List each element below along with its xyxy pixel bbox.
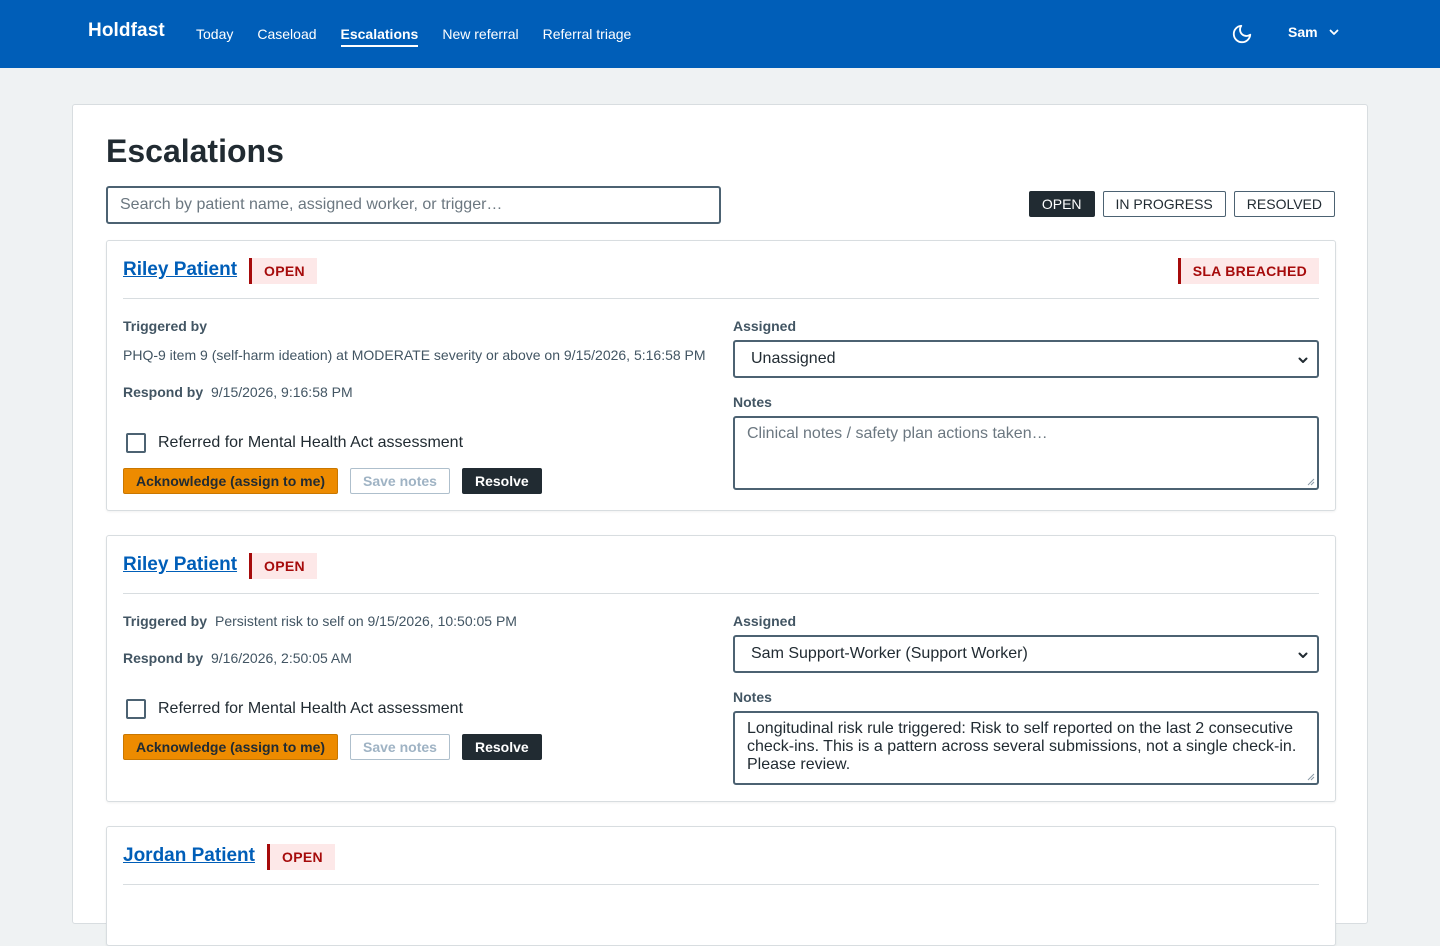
nav-item-escalations[interactable]: Escalations	[340, 0, 418, 68]
mha-checkbox-label: Referred for Mental Health Act assessmen…	[158, 434, 464, 451]
trigger-text: PHQ-9 item 9 (self-harm ideation) at MOD…	[123, 347, 706, 363]
notes-textarea[interactable]: Clinical notes / safety plan actions tak…	[733, 416, 1319, 490]
chevron-down-icon	[1298, 652, 1308, 658]
top-navigation-bar: Holdfast Today Caseload Escalations New …	[0, 0, 1440, 68]
escalation-card: Riley Patient OPEN SLA BREACHED Triggere…	[106, 240, 1336, 511]
save-notes-button[interactable]: Save notes	[350, 734, 450, 760]
assigned-label: Assigned	[733, 613, 797, 629]
mha-checkbox-label: Referred for Mental Health Act assessmen…	[158, 700, 464, 717]
chevron-down-icon	[1298, 357, 1308, 363]
mha-checkbox-row[interactable]: Referred for Mental Health Act assessmen…	[126, 699, 463, 719]
patient-link[interactable]: Riley Patient	[123, 554, 237, 576]
notes-label: Notes	[733, 394, 772, 410]
status-badge: OPEN	[249, 258, 317, 284]
notes-textarea[interactable]: Longitudinal risk rule triggered: Risk t…	[733, 711, 1319, 785]
status-badge: OPEN	[249, 553, 317, 579]
nav-item-new-referral[interactable]: New referral	[442, 0, 518, 68]
moon-icon[interactable]	[1231, 23, 1253, 45]
resolve-button[interactable]: Resolve	[462, 468, 542, 494]
escalation-card: Jordan Patient OPEN	[106, 826, 1336, 946]
respond-by-value: 9/16/2026, 2:50:05 AM	[211, 650, 352, 666]
escalation-card: Riley Patient OPEN Triggered by Persiste…	[106, 535, 1336, 802]
status-filter-group: OPEN IN PROGRESS RESOLVED	[1021, 191, 1335, 217]
status-badge: OPEN	[267, 844, 335, 870]
resize-handle-icon[interactable]	[1307, 478, 1315, 486]
acknowledge-button[interactable]: Acknowledge (assign to me)	[123, 468, 339, 494]
assigned-label: Assigned	[733, 318, 797, 334]
mha-checkbox[interactable]	[126, 433, 146, 453]
chevron-down-icon	[1329, 29, 1338, 35]
assigned-select[interactable]: Unassigned	[733, 340, 1319, 378]
card-header: Jordan Patient OPEN	[123, 827, 1319, 885]
respond-by-label: Respond by	[123, 650, 204, 666]
respond-by-label: Respond by	[123, 384, 204, 400]
nav-item-caseload[interactable]: Caseload	[257, 0, 316, 68]
mha-checkbox-row[interactable]: Referred for Mental Health Act assessmen…	[126, 433, 463, 453]
acknowledge-button[interactable]: Acknowledge (assign to me)	[123, 734, 339, 760]
escalations-panel: Escalations OPEN IN PROGRESS RESOLVED Ri…	[72, 104, 1368, 946]
assigned-value: Unassigned	[751, 350, 836, 367]
triggered-by-label: Triggered by	[123, 318, 208, 334]
page-title: Escalations	[106, 133, 284, 169]
brand-logo[interactable]: Holdfast	[88, 20, 165, 42]
triggered-by-label: Triggered by	[123, 613, 208, 629]
filter-resolved-button[interactable]: RESOLVED	[1233, 191, 1335, 217]
resize-handle-icon[interactable]	[1307, 773, 1315, 781]
respond-by-value: 9/15/2026, 9:16:58 PM	[211, 384, 353, 400]
assigned-select[interactable]: Sam Support-Worker (Support Worker)	[733, 635, 1319, 673]
trigger-text: Persistent risk to self on 9/15/2026, 10…	[215, 613, 517, 629]
filter-open-button[interactable]: OPEN	[1028, 191, 1095, 217]
notes-label: Notes	[733, 689, 772, 705]
resolve-button[interactable]: Resolve	[462, 734, 542, 760]
search-input[interactable]	[106, 186, 721, 224]
main-nav: Today Caseload Escalations New referral …	[196, 0, 655, 68]
patient-link[interactable]: Jordan Patient	[123, 845, 255, 867]
mha-checkbox[interactable]	[126, 699, 146, 719]
user-menu[interactable]: Sam	[1288, 24, 1340, 40]
nav-item-today[interactable]: Today	[196, 0, 233, 68]
save-notes-button[interactable]: Save notes	[350, 468, 450, 494]
assigned-value: Sam Support-Worker (Support Worker)	[751, 645, 1028, 662]
card-header: Riley Patient OPEN	[123, 536, 1319, 594]
notes-placeholder: Clinical notes / safety plan actions tak…	[747, 425, 1048, 442]
user-name: Sam	[1288, 24, 1318, 40]
sla-breached-badge: SLA BREACHED	[1177, 258, 1319, 284]
filter-in-progress-button[interactable]: IN PROGRESS	[1102, 191, 1226, 217]
notes-text: Longitudinal risk rule triggered: Risk t…	[747, 720, 1297, 773]
nav-item-referral-triage[interactable]: Referral triage	[543, 0, 632, 68]
card-header: Riley Patient OPEN SLA BREACHED	[123, 241, 1319, 299]
patient-link[interactable]: Riley Patient	[123, 259, 237, 281]
